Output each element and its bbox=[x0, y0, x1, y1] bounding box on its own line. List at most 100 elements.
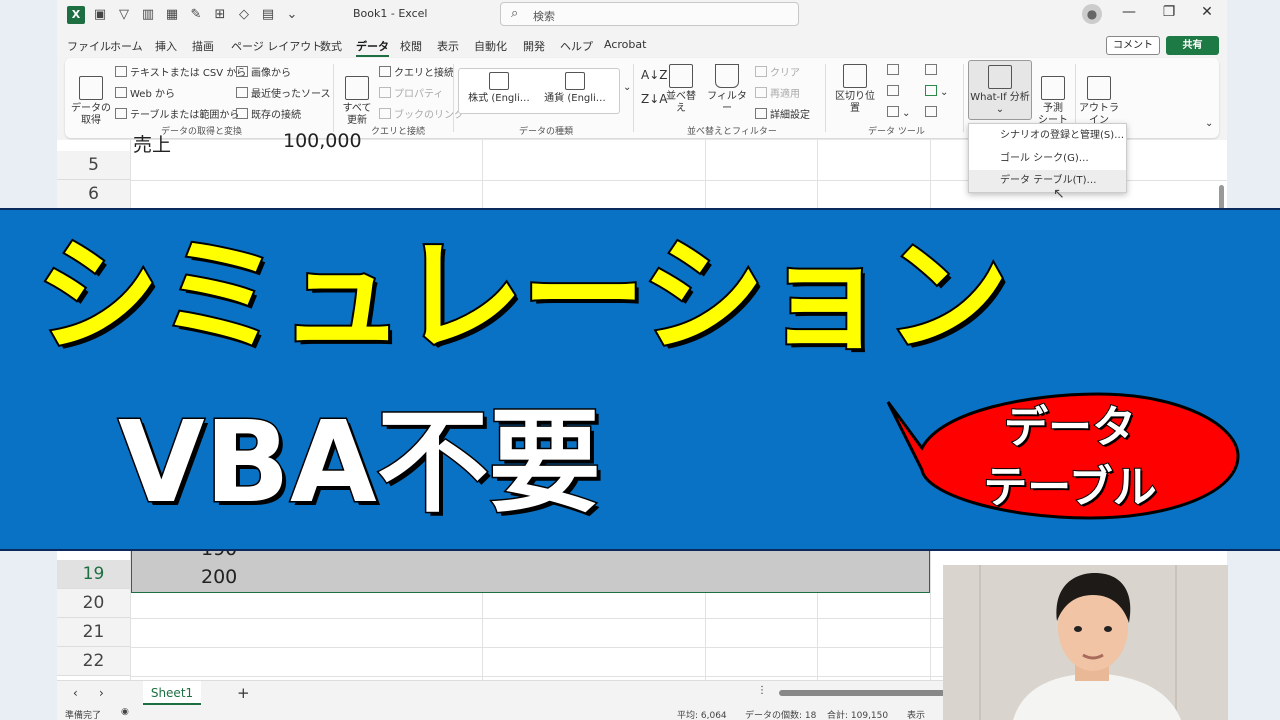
menu-review[interactable]: 校閲 bbox=[400, 38, 422, 54]
horizontal-scrollbar[interactable] bbox=[779, 690, 959, 696]
goal-seek-item[interactable]: ゴール シーク(G)… bbox=[969, 148, 1126, 170]
autosave-icon[interactable]: ▣ bbox=[91, 6, 109, 24]
status-ready: 準備完了 bbox=[65, 711, 102, 720]
currency-icon bbox=[565, 72, 585, 90]
row-header-20[interactable]: 20 bbox=[57, 589, 130, 618]
refresh-all-button[interactable]: すべて 更新 bbox=[337, 64, 377, 127]
status-sum: 合計: 109,150 bbox=[827, 711, 889, 720]
add-sheet-icon[interactable]: + bbox=[237, 684, 250, 702]
scenario-manager-item[interactable]: シナリオの登録と管理(S)… bbox=[969, 125, 1126, 147]
consolidate-icon[interactable] bbox=[925, 64, 940, 77]
menu-formulas[interactable]: 数式 bbox=[320, 38, 342, 54]
menu-acrobat[interactable]: Acrobat bbox=[604, 38, 646, 51]
filter-button[interactable]: フィルター bbox=[705, 64, 749, 115]
cell-c4[interactable]: 100,000 bbox=[283, 130, 362, 152]
row-header-5[interactable]: 5 bbox=[57, 151, 130, 180]
queries-connections-button[interactable]: クエリと接続 bbox=[379, 64, 454, 79]
data-types-more-icon[interactable]: ⌄ bbox=[623, 82, 631, 93]
menu-insert[interactable]: 挿入 bbox=[155, 38, 177, 54]
get-data-button[interactable]: データの 取得 bbox=[71, 64, 111, 127]
from-picture-button[interactable]: 画像から bbox=[236, 64, 291, 79]
forecast-sheet-button[interactable]: 予測 シート bbox=[1035, 64, 1071, 127]
remove-duplicates-icon[interactable] bbox=[887, 85, 902, 98]
menu-view[interactable]: 表示 bbox=[437, 38, 459, 54]
chart-icon[interactable]: ▥ bbox=[139, 6, 157, 24]
menu-help[interactable]: ヘルプ bbox=[560, 38, 593, 54]
group-label-data-tools: データ ツール bbox=[868, 127, 925, 137]
advanced-filter-button[interactable]: 詳細設定 bbox=[755, 106, 810, 121]
whatif-dropdown-menu: シナリオの登録と管理(S)… ゴール シーク(G)… データ テーブル(T)… bbox=[968, 123, 1127, 193]
cell-b4[interactable]: 売上 bbox=[133, 130, 171, 157]
grid-icon[interactable]: ▦ bbox=[163, 6, 181, 24]
search-box[interactable]: ⌕ 検索 bbox=[500, 2, 799, 26]
group-label-data-types: データの種類 bbox=[519, 127, 574, 137]
data-table-item[interactable]: データ テーブル(T)… bbox=[969, 170, 1126, 192]
menu-data[interactable]: データ bbox=[356, 38, 389, 57]
freeze-icon[interactable]: ▤ bbox=[259, 6, 277, 24]
edit-links-button[interactable]: ブックのリンク bbox=[379, 106, 464, 121]
whatif-analysis-button[interactable]: What-If 分析 ⌄ bbox=[968, 60, 1032, 120]
border-icon[interactable]: ⊞ bbox=[211, 6, 229, 24]
existing-connections-button[interactable]: 既存の接続 bbox=[236, 106, 301, 121]
customize-qat-icon[interactable]: ⌄ bbox=[283, 6, 301, 24]
menu-home[interactable]: ホーム bbox=[110, 38, 143, 54]
more-sheets-icon[interactable]: ⋮ bbox=[757, 685, 767, 696]
webcam-feed bbox=[943, 565, 1228, 720]
sort-button[interactable]: 並べ替え bbox=[663, 64, 699, 115]
menu-automate[interactable]: 自動化 bbox=[474, 38, 507, 54]
brush-icon[interactable]: ✎ bbox=[187, 6, 205, 24]
selected-range[interactable] bbox=[131, 547, 930, 593]
from-web-button[interactable]: Web から bbox=[115, 85, 175, 100]
outline-button[interactable]: アウトラ イン bbox=[1079, 64, 1119, 127]
comment-button[interactable]: コメント bbox=[1106, 36, 1160, 55]
from-text-csv-button[interactable]: テキストまたは CSV から bbox=[115, 64, 246, 79]
recent-sources-button[interactable]: 最近使ったソース bbox=[236, 85, 331, 100]
menu-bar: ファイル ホーム 挿入 描画 ページ レイアウト 数式 データ 校閲 表示 自動… bbox=[57, 34, 1227, 57]
next-sheet-icon[interactable]: › bbox=[99, 686, 104, 700]
restore-icon[interactable]: ❐ bbox=[1158, 4, 1180, 20]
clear-button[interactable]: クリア bbox=[755, 64, 800, 79]
stocks-button[interactable]: 株式 (Engli… bbox=[461, 72, 537, 105]
row-header-6[interactable]: 6 bbox=[57, 180, 130, 209]
search-placeholder: 検索 bbox=[533, 10, 555, 23]
document-title: Book1 - Excel bbox=[353, 7, 428, 20]
data-model-icon[interactable] bbox=[925, 106, 940, 119]
queries-icon bbox=[379, 66, 391, 77]
minimize-icon[interactable]: — bbox=[1118, 4, 1140, 20]
row-header-22[interactable]: 22 bbox=[57, 647, 130, 676]
cell-b19[interactable]: 200 bbox=[201, 566, 237, 588]
properties-button[interactable]: プロパティ bbox=[379, 85, 443, 100]
sheet-tab-sheet1[interactable]: Sheet1 bbox=[143, 681, 201, 705]
ribbon-separator bbox=[1075, 64, 1076, 132]
reapply-button[interactable]: 再適用 bbox=[755, 85, 800, 100]
row-header-19[interactable]: 19 bbox=[57, 560, 130, 589]
filter-icon[interactable]: ▽ bbox=[115, 6, 133, 24]
text-to-columns-button[interactable]: 区切り位置 bbox=[831, 64, 879, 115]
properties-icon bbox=[379, 87, 391, 98]
search-icon: ⌕ bbox=[511, 6, 519, 21]
share-button[interactable]: 共有 bbox=[1166, 36, 1219, 55]
relationships-icon[interactable]: ⌄ bbox=[925, 85, 948, 98]
outline-icon bbox=[1087, 76, 1111, 100]
flash-fill-icon[interactable] bbox=[887, 64, 902, 77]
close-icon[interactable]: ✕ bbox=[1196, 4, 1218, 20]
accessibility-icon[interactable]: ◉ bbox=[121, 707, 129, 717]
title-bar: X ▣ ▽ ▥ ▦ ✎ ⊞ ◇ ▤ ⌄ Book1 - Excel ⌕ 検索 ●… bbox=[57, 0, 1227, 30]
data-validation-icon[interactable]: ⌄ bbox=[887, 106, 910, 119]
currencies-button[interactable]: 通貨 (Engli… bbox=[537, 72, 613, 105]
status-count: データの個数: 18 bbox=[745, 711, 817, 720]
collapse-ribbon-icon[interactable]: ⌄ bbox=[1205, 118, 1213, 129]
web-icon bbox=[115, 87, 127, 98]
ribbon-separator bbox=[963, 64, 964, 132]
sort-icon bbox=[669, 64, 693, 88]
row-header-21[interactable]: 21 bbox=[57, 618, 130, 647]
from-table-range-button[interactable]: テーブルまたは範囲から bbox=[115, 106, 239, 121]
menu-file[interactable]: ファイル bbox=[67, 38, 111, 54]
eraser-icon[interactable]: ◇ bbox=[235, 6, 253, 24]
menu-page-layout[interactable]: ページ レイアウト bbox=[231, 38, 322, 54]
user-avatar-icon[interactable]: ● bbox=[1082, 4, 1102, 24]
prev-sheet-icon[interactable]: ‹ bbox=[73, 686, 78, 700]
menu-developer[interactable]: 開発 bbox=[523, 38, 545, 54]
menu-draw[interactable]: 描画 bbox=[192, 38, 214, 54]
display-settings-button[interactable]: 表示 bbox=[907, 708, 925, 720]
